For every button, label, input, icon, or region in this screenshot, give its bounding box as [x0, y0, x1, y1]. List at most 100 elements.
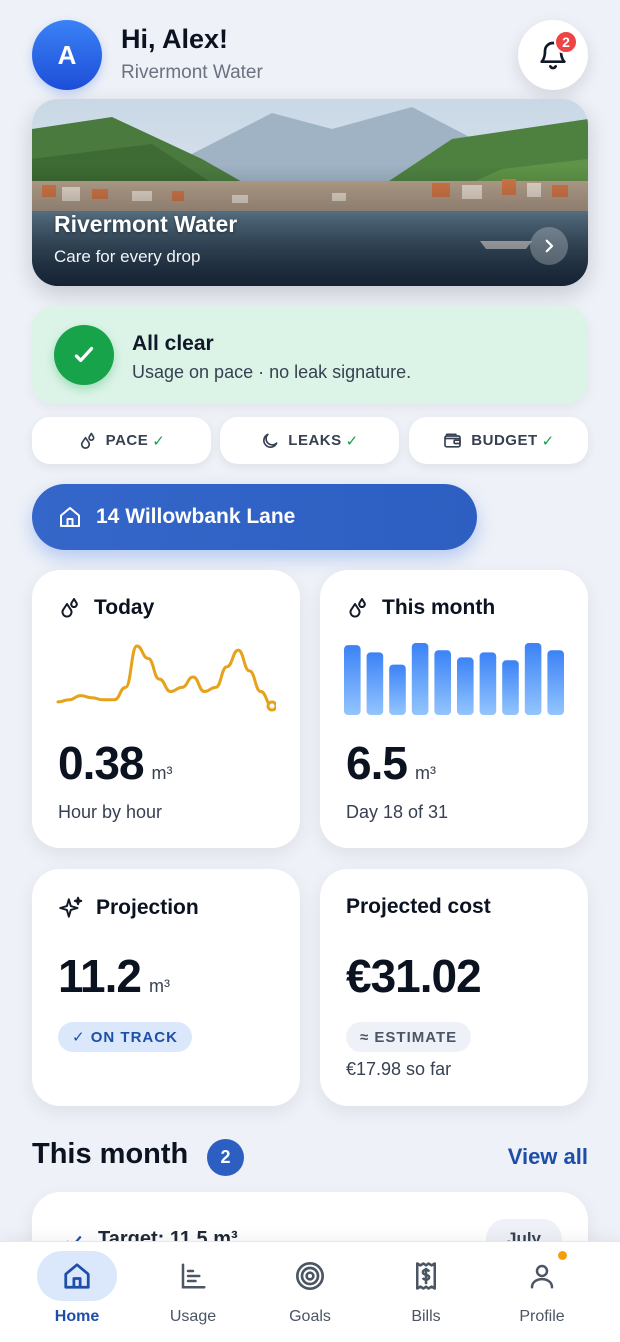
nav-goals-icon-wrap — [270, 1251, 350, 1301]
month-bar — [344, 645, 361, 715]
bottom-nav: Home Usage Goals Bills Profile — [0, 1241, 620, 1342]
home-icon — [60, 507, 80, 527]
month-bar — [411, 643, 429, 715]
notification-badge: 2 — [554, 30, 578, 54]
greeting: Hi, Alex! — [121, 24, 229, 54]
receipt-dollar-icon — [416, 1262, 436, 1290]
projection-unit: m³ — [149, 976, 170, 996]
nav-home-label: Home — [54, 1308, 100, 1325]
section-title: This month — [32, 1138, 189, 1170]
projection-card[interactable]: Projection 11.2 m³ ✓ ON TRACK — [32, 869, 300, 1106]
chip-pace-label: PACE — [105, 432, 149, 449]
today-sparkline — [56, 644, 276, 712]
sparkles-icon — [59, 896, 83, 918]
avatar[interactable]: A — [32, 20, 102, 90]
month-bar — [389, 664, 406, 715]
moon-icon — [263, 433, 278, 448]
today-value: 0.38 m³ — [58, 736, 173, 790]
on-track-badge: ✓ ON TRACK — [58, 1022, 192, 1052]
chip-budget-label: BUDGET — [471, 432, 538, 449]
status-title: All clear — [132, 332, 214, 355]
chevron-right-icon — [545, 239, 554, 253]
hero-banner[interactable]: Rivermont Water Care for every drop — [32, 99, 588, 286]
cost-value: €31.02 — [346, 950, 482, 1002]
status-chips: PACE ✓ LEAKS ✓ BUDGET ✓ — [32, 417, 588, 464]
today-unit: m³ — [151, 763, 173, 783]
bar-chart-icon — [181, 1263, 206, 1289]
today-value-number: 0.38 — [58, 737, 145, 789]
today-card[interactable]: Today 0.38 m³ Hour by hour — [32, 570, 300, 848]
nav-bills-icon-wrap — [386, 1251, 466, 1301]
sparkline-line — [56, 644, 274, 708]
hero-title: Rivermont Water — [54, 211, 238, 237]
today-caption: Hour by hour — [58, 802, 163, 822]
address-selector[interactable]: 14 Willowbank Lane — [32, 484, 477, 550]
nav-usage-icon-wrap — [153, 1251, 233, 1301]
drops-icon — [61, 598, 78, 618]
projection-title: Projection — [58, 895, 199, 921]
nav-profile[interactable]: Profile — [480, 1242, 604, 1342]
sparkline-end-point — [266, 700, 276, 712]
nav-profile-label: Profile — [519, 1308, 565, 1325]
check-circle-icon — [54, 325, 114, 385]
nav-usage-label: Usage — [169, 1308, 217, 1325]
header: A Hi, Alex! Rivermont Water 2 — [32, 20, 588, 92]
user-icon — [530, 1264, 554, 1289]
chip-budget-check: ✓ — [541, 432, 555, 450]
drops-icon — [80, 432, 95, 449]
projection-value: 11.2 m³ — [58, 949, 170, 1003]
month-title: This month — [346, 596, 495, 620]
nav-usage[interactable]: Usage — [131, 1242, 255, 1342]
utility-name: Rivermont Water — [121, 62, 263, 83]
month-bar-chart — [344, 643, 564, 715]
month-bar — [434, 650, 451, 715]
nav-goals[interactable]: Goals — [248, 1242, 372, 1342]
target-icon — [296, 1262, 324, 1290]
home-icon — [64, 1263, 90, 1289]
chip-leaks[interactable]: LEAKS ✓ — [220, 417, 399, 464]
address-label: 14 Willowbank Lane — [96, 505, 296, 528]
month-bar — [524, 643, 542, 715]
month-bar — [457, 657, 474, 715]
profile-notification-dot — [558, 1251, 567, 1260]
cost-so-far: €17.98 so far — [346, 1059, 452, 1079]
status-subtitle: Usage on pace · no leak signature. — [132, 362, 412, 382]
month-title-text: This month — [382, 596, 496, 619]
projection-value-number: 11.2 — [58, 950, 142, 1002]
cost-title: Projected cost — [346, 895, 491, 918]
today-title: Today — [58, 596, 154, 620]
section-count-badge: 2 — [207, 1139, 244, 1176]
avatar-initial: A — [57, 39, 77, 70]
month-value: 6.5 m³ — [346, 736, 436, 790]
chip-leaks-check: ✓ — [345, 432, 359, 450]
chip-pace[interactable]: PACE ✓ — [32, 417, 211, 464]
month-bar — [502, 660, 519, 715]
chip-leaks-label: LEAKS — [288, 432, 342, 449]
nav-profile-icon-wrap — [502, 1251, 582, 1301]
view-all-link[interactable]: View all — [508, 1144, 588, 1170]
month-card[interactable]: This month 6.5 m³ Day 18 of 31 — [320, 570, 588, 848]
projection-title-text: Projection — [96, 896, 199, 919]
month-bar — [366, 652, 384, 715]
wallet-icon — [444, 433, 462, 448]
status-banner: All clear Usage on pace · no leak signat… — [32, 306, 588, 404]
nav-home-icon-wrap — [37, 1251, 117, 1301]
estimate-badge: ≈ ESTIMATE — [346, 1022, 472, 1052]
nav-goals-label: Goals — [289, 1308, 331, 1325]
today-title-text: Today — [94, 596, 155, 619]
nav-bills[interactable]: Bills — [364, 1242, 488, 1342]
chip-budget[interactable]: BUDGET ✓ — [409, 417, 588, 464]
month-value-number: 6.5 — [346, 737, 408, 789]
nav-home[interactable]: Home — [15, 1242, 139, 1342]
nav-bills-label: Bills — [411, 1308, 441, 1325]
cost-card[interactable]: Projected cost €31.02 ≈ ESTIMATE €17.98 … — [320, 869, 588, 1106]
month-bar — [547, 650, 564, 715]
chip-pace-check: ✓ — [152, 432, 166, 450]
hero-subtitle: Care for every drop — [54, 247, 201, 266]
month-unit: m³ — [414, 763, 436, 783]
month-bar — [479, 652, 497, 715]
notifications-button[interactable]: 2 — [518, 20, 588, 90]
drops-icon — [349, 598, 366, 618]
month-caption: Day 18 of 31 — [346, 802, 449, 822]
hero-next-button[interactable] — [530, 227, 568, 265]
